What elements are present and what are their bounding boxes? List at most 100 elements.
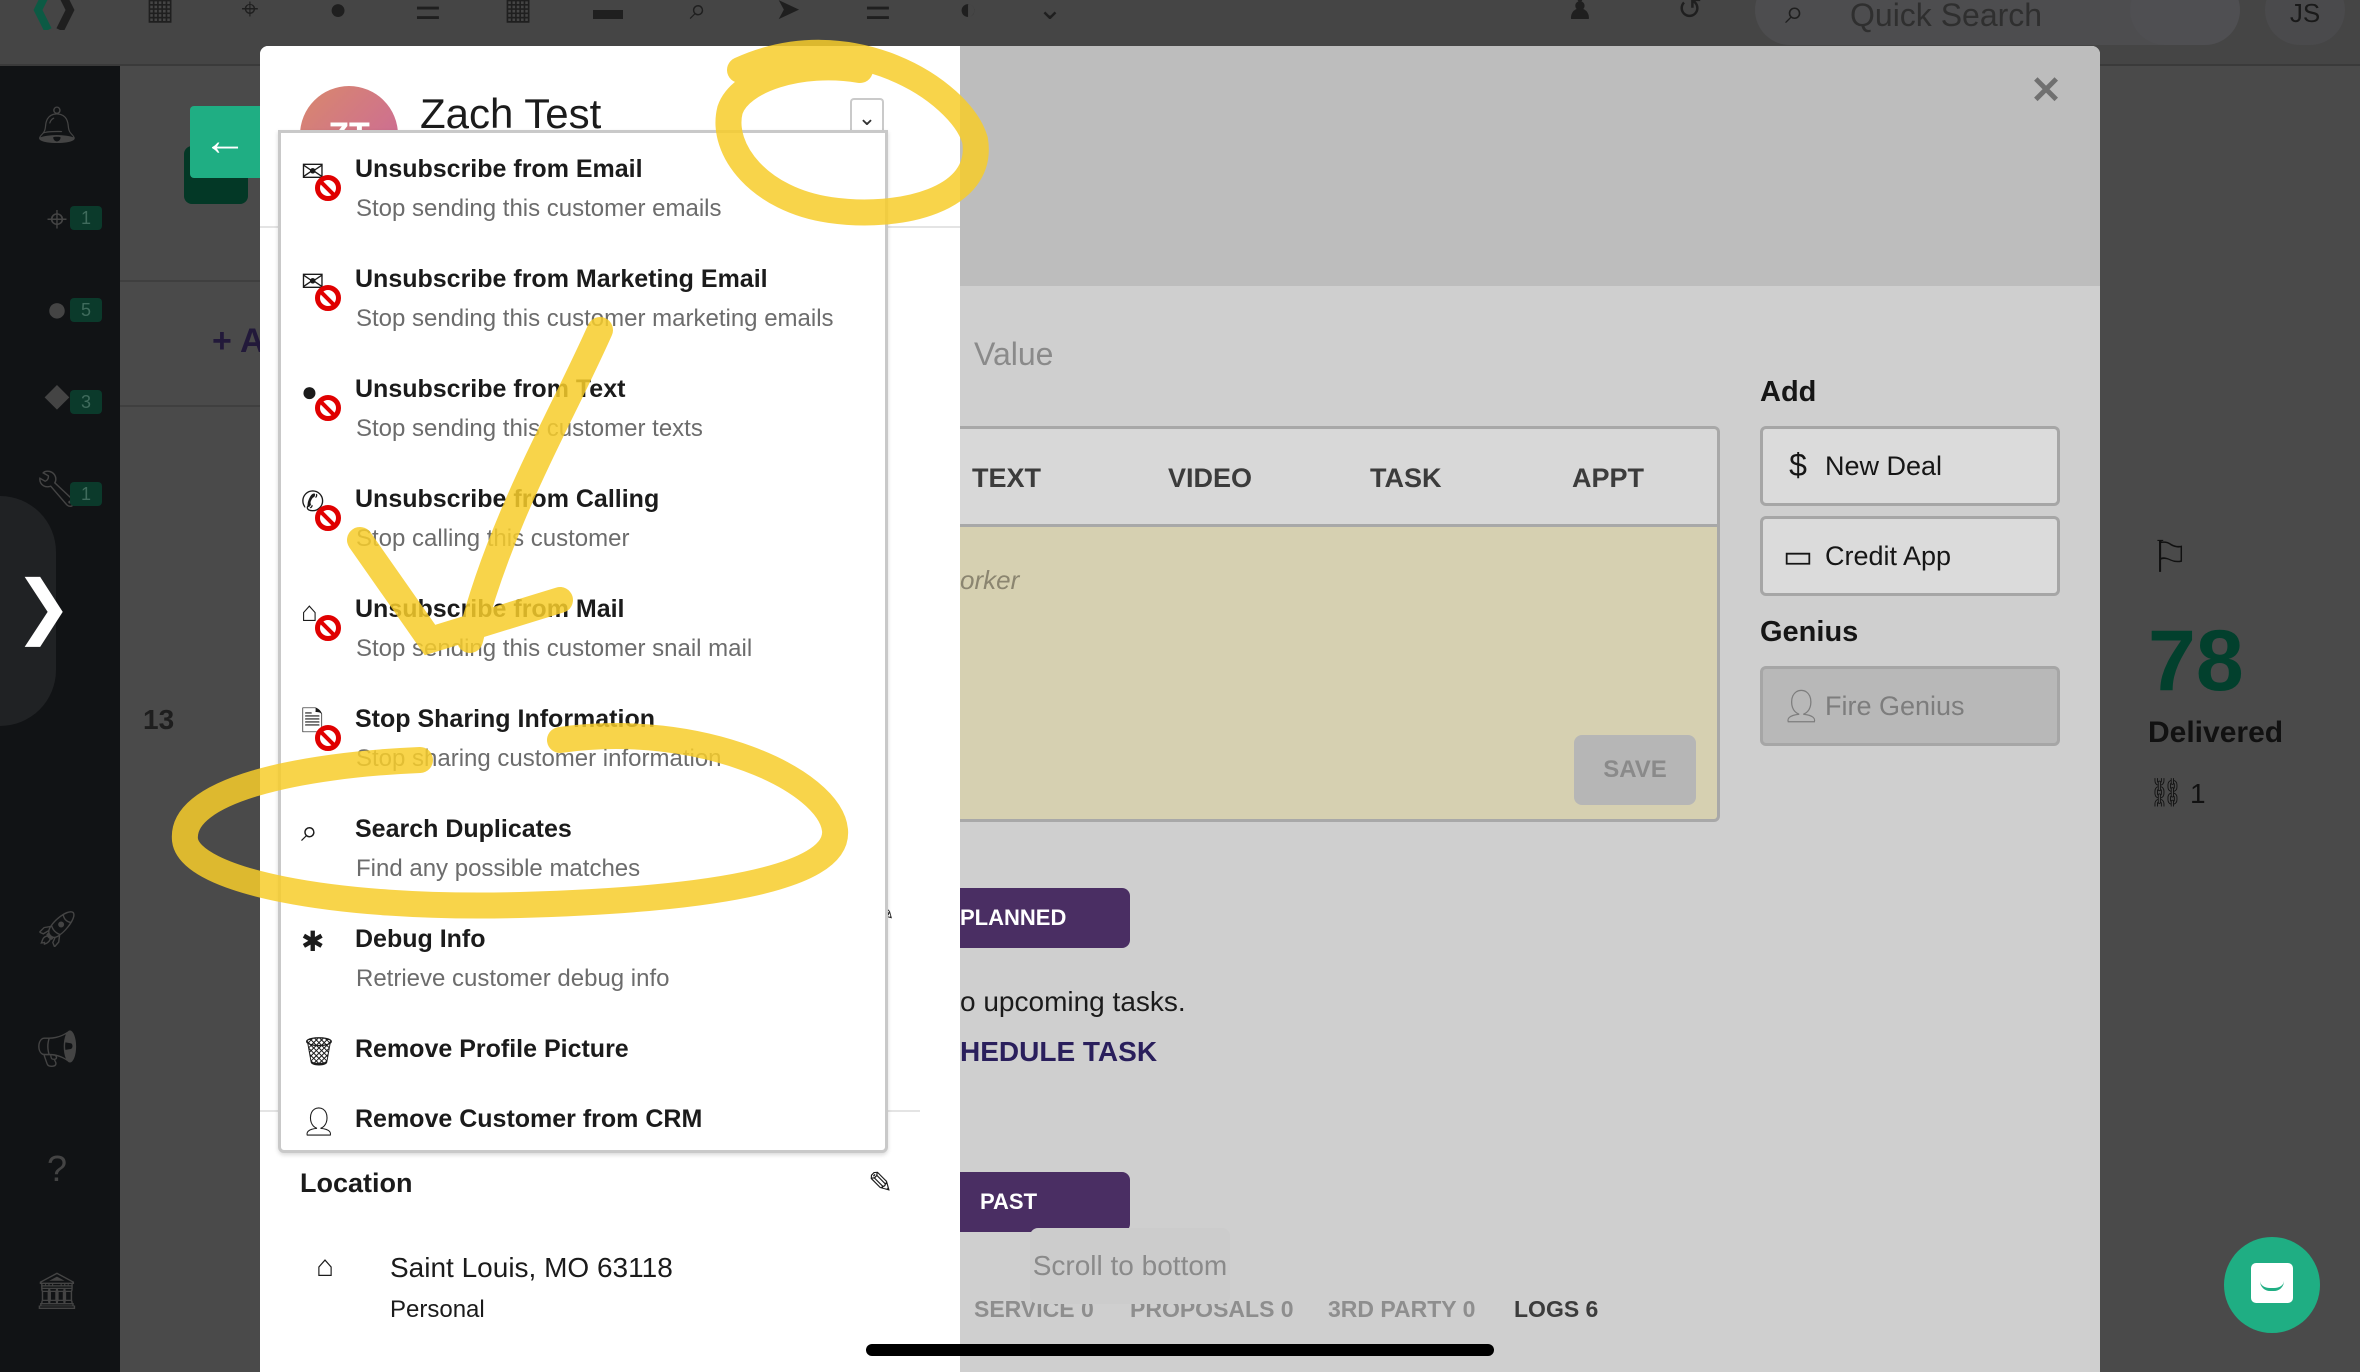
history-icon[interactable]: ↺ xyxy=(1670,0,1710,30)
menu-item-title: Unsubscribe from Mail xyxy=(355,595,625,623)
scroll-to-bottom-button[interactable]: Scroll to bottom xyxy=(1030,1228,1230,1304)
menu-item-unsubscribe-calling[interactable]: ✆ Unsubscribe from Calling Stop calling … xyxy=(281,485,885,585)
menu-item-subtitle: Retrieve customer debug info xyxy=(356,965,670,992)
user-times-icon: 👤︎ xyxy=(301,1106,337,1137)
chevron-down-icon[interactable]: ⌄ xyxy=(1030,0,1070,30)
composer-input[interactable]: orker xyxy=(960,565,1019,596)
chat-launcher-button[interactable] xyxy=(2224,1237,2320,1333)
new-deal-label: New Deal xyxy=(1825,451,1943,481)
menu-item-subtitle: Stop calling this customer xyxy=(356,525,630,552)
paper-plane-icon[interactable]: ➤ xyxy=(768,0,808,30)
help-icon[interactable]: ? xyxy=(34,1146,80,1192)
fire-genius-label: Fire Genius xyxy=(1825,691,1965,721)
value-label: Value xyxy=(974,336,1054,372)
app-logo[interactable] xyxy=(28,0,88,30)
trash-icon: 🗑︎ xyxy=(301,1036,337,1067)
delivered-count: 78 xyxy=(2148,613,2244,709)
back-button[interactable]: ← xyxy=(190,106,260,178)
save-button[interactable]: SAVE xyxy=(1574,735,1696,805)
bell-icon[interactable]: 🔔︎ xyxy=(34,102,80,148)
credit-app-button[interactable]: ▭ Credit App xyxy=(1760,516,2060,596)
fire-genius-button[interactable]: 👤︎ Fire Genius xyxy=(1760,666,2060,746)
sidebar-badge: 3 xyxy=(70,390,102,414)
credit-app-label: Credit App xyxy=(1825,541,1952,571)
genius-section-title: Genius xyxy=(1760,616,1859,648)
past-label: PAST xyxy=(980,1189,1038,1214)
menu-item-subtitle: Stop sending this customer snail mail xyxy=(356,635,753,662)
menu-item-unsubscribe-mail[interactable]: ⌂ Unsubscribe from Mail Stop sending thi… xyxy=(281,595,885,695)
close-icon[interactable]: ✕ xyxy=(2030,68,2062,113)
sidebar-badge: 5 xyxy=(70,298,102,322)
tab-3rd-party[interactable]: 3RD PARTY 0 xyxy=(1328,1296,1475,1323)
add-link[interactable]: + A xyxy=(212,322,265,361)
sidebar-badge: 1 xyxy=(70,482,102,506)
home-icon: ⌂ xyxy=(316,1250,335,1283)
location-type: Personal xyxy=(390,1296,485,1323)
user-plus-icon[interactable]: ♟ xyxy=(1560,0,1600,30)
calculator-icon[interactable]: ▦ xyxy=(140,0,180,30)
car-icon[interactable]: ▬ xyxy=(588,0,628,30)
tab-logs[interactable]: LOGS 6 xyxy=(1514,1296,1598,1323)
menu-item-unsubscribe-email[interactable]: ✉ Unsubscribe from Email Stop sending th… xyxy=(281,155,885,255)
search-icon: ⌕ xyxy=(1785,0,1805,31)
delivered-label: Delivered xyxy=(2148,716,2284,749)
ordered-list-icon[interactable]: ☰ xyxy=(858,0,898,30)
tab-text[interactable]: TEXT xyxy=(972,463,1041,494)
envelope-blocked-icon: ✉ xyxy=(301,267,341,313)
add-section-title: Add xyxy=(1760,376,1817,408)
unlinked-count: 1 xyxy=(2190,778,2206,809)
envelope-blocked-icon: ✉ xyxy=(301,157,341,203)
modal-header xyxy=(960,46,2100,286)
composer-tabs: TEXT VIDEO TASK APPT xyxy=(960,429,1717,527)
search-plus-icon[interactable]: ⌕ xyxy=(678,0,718,30)
location-title: Location xyxy=(300,1168,413,1198)
planned-tab[interactable]: PLANNED xyxy=(960,888,1130,948)
gauge-icon[interactable]: ◐ xyxy=(948,0,988,30)
menu-item-remove-profile-picture[interactable]: 🗑︎ Remove Profile Picture xyxy=(281,1035,885,1095)
phone-blocked-icon: ✆ xyxy=(301,487,341,533)
menu-item-title: Stop Sharing Information xyxy=(355,705,655,733)
divider xyxy=(120,405,260,407)
search-icon: ⌕ xyxy=(301,815,318,848)
edit-location-icon[interactable]: ✎ xyxy=(868,1166,893,1201)
user-avatar[interactable]: JS xyxy=(2265,0,2345,45)
quick-search-placeholder: Quick Search xyxy=(1850,0,2043,33)
divider xyxy=(120,280,260,282)
schedule-task-link[interactable]: HEDULE TASK xyxy=(960,1036,1157,1068)
customer-actions-menu: ✉ Unsubscribe from Email Stop sending th… xyxy=(278,130,888,1153)
tab-task[interactable]: TASK xyxy=(1370,463,1442,494)
new-deal-button[interactable]: $ New Deal xyxy=(1760,426,2060,506)
document-blocked-icon: 🗎︎ xyxy=(301,707,341,753)
bank-icon[interactable]: 🏛︎ xyxy=(34,1268,80,1314)
quick-search[interactable]: ⌕ Quick Search xyxy=(1755,0,2195,45)
no-tasks-text: o upcoming tasks. xyxy=(960,986,1186,1017)
location-address: Saint Louis, MO 63118 xyxy=(390,1252,673,1283)
stage-count: 13 xyxy=(143,704,175,735)
credit-card-icon: ▭ xyxy=(1782,538,1814,574)
quick-search-option[interactable] xyxy=(2130,0,2240,45)
menu-item-unsubscribe-marketing-email[interactable]: ✉ Unsubscribe from Marketing Email Stop … xyxy=(281,265,885,365)
list-icon[interactable]: ☰ xyxy=(408,0,448,30)
rocket-icon[interactable]: 🚀︎ xyxy=(34,906,80,952)
menu-item-title: Unsubscribe from Text xyxy=(355,375,626,403)
menu-item-unsubscribe-text[interactable]: ● Unsubscribe from Text Stop sending thi… xyxy=(281,375,885,475)
comments-icon[interactable]: ● xyxy=(318,0,358,30)
menu-item-remove-customer[interactable]: 👤︎ Remove Customer from CRM xyxy=(281,1105,885,1155)
sidebar: 🔔︎ ⌖ 1 ● 5 ⬥ 3 🔧︎ 1 ❯ 🚀︎ 📢︎ ? 🏛︎ xyxy=(0,66,120,1372)
menu-item-search-duplicates[interactable]: ⌕ Search Duplicates Find any possible ma… xyxy=(281,815,885,915)
bug-icon: ✱ xyxy=(301,926,325,957)
planned-label: PLANNED xyxy=(960,905,1067,930)
sidebar-badge: 1 xyxy=(70,206,102,230)
menu-item-debug-info[interactable]: ✱ Debug Info Retrieve customer debug inf… xyxy=(281,925,885,1025)
menu-item-stop-sharing[interactable]: 🗎︎ Stop Sharing Information Stop sharing… xyxy=(281,705,885,805)
tab-appt[interactable]: APPT xyxy=(1572,463,1644,494)
crosshairs-icon[interactable]: ⌖ xyxy=(230,0,270,30)
user-icon: 👤︎ xyxy=(1781,688,1822,724)
menu-item-title: Debug Info xyxy=(355,925,486,953)
megaphone-icon[interactable]: 📢︎ xyxy=(34,1026,80,1072)
menu-item-subtitle: Stop sharing customer information xyxy=(356,745,722,772)
past-tab[interactable]: PAST xyxy=(960,1172,1130,1232)
grid-icon[interactable]: ▦ xyxy=(498,0,538,30)
sidebar-expand-button[interactable]: ❯ xyxy=(0,496,73,726)
tab-video[interactable]: VIDEO xyxy=(1168,463,1252,494)
